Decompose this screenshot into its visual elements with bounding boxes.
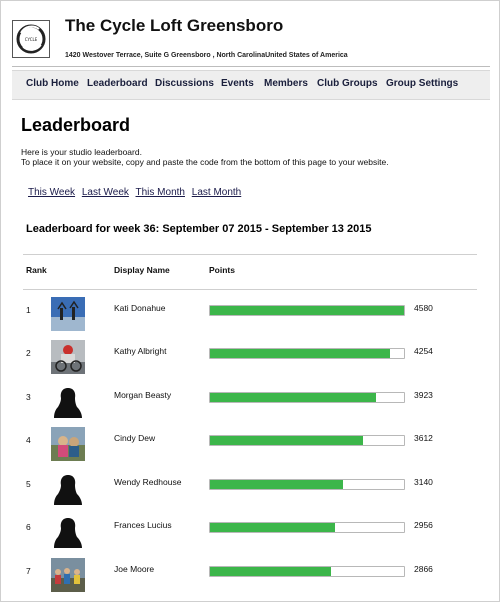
- row-display-name[interactable]: Frances Lucius: [114, 520, 172, 530]
- club-nav: Club Home Leaderboard Discussions Events…: [12, 70, 490, 100]
- points-bar-fill: [210, 436, 363, 445]
- last-month-link[interactable]: Last Month: [192, 187, 241, 198]
- default-avatar-icon[interactable]: [51, 514, 85, 548]
- row-rank: 3: [26, 392, 31, 402]
- this-month-link[interactable]: This Month: [136, 187, 185, 198]
- intro-line-1: Here is your studio leaderboard.: [21, 147, 142, 157]
- default-avatar-icon[interactable]: [51, 384, 85, 418]
- nav-club-home[interactable]: Club Home: [26, 78, 79, 89]
- nav-group-settings[interactable]: Group Settings: [386, 78, 458, 89]
- table-row: 1 Kati Donahue 4580: [23, 295, 477, 335]
- points-bar-fill: [210, 349, 391, 358]
- intro-line-2: To place it on your website, copy and pa…: [21, 157, 389, 167]
- table-row: 4 Cindy Dew 3612: [23, 425, 477, 465]
- row-rank: 1: [26, 305, 31, 315]
- club-title: The Cycle Loft Greensboro: [65, 16, 284, 35]
- points-bar: [209, 305, 405, 316]
- row-points: 4580: [414, 303, 433, 313]
- user-avatar[interactable]: [51, 427, 85, 461]
- this-week-link[interactable]: This Week: [28, 187, 75, 198]
- row-display-name[interactable]: Cindy Dew: [114, 433, 155, 443]
- table-top-divider: [23, 254, 477, 255]
- nav-events[interactable]: Events: [221, 78, 254, 89]
- points-bar: [209, 392, 405, 403]
- name-column-header: Display Name: [114, 265, 170, 275]
- nav-club-groups[interactable]: Club Groups: [317, 78, 378, 89]
- row-display-name[interactable]: Joe Moore: [114, 564, 154, 574]
- points-bar: [209, 522, 405, 533]
- nav-discussions[interactable]: Discussions: [155, 78, 214, 89]
- club-address: 1420 Westover Terrace, Suite G Greensbor…: [65, 52, 348, 59]
- row-rank: 6: [26, 522, 31, 532]
- points-bar-fill: [210, 393, 377, 402]
- points-bar: [209, 348, 405, 359]
- nav-members[interactable]: Members: [264, 78, 308, 89]
- table-row: 6 Frances Lucius 2956: [23, 512, 477, 552]
- user-avatar[interactable]: [51, 558, 85, 592]
- points-column-header: Points: [209, 265, 235, 275]
- points-bar: [209, 435, 405, 446]
- rank-column-header: Rank: [26, 265, 47, 275]
- club-header: CYCLE The Cycle Loft Greensboro 1420 Wes…: [12, 14, 490, 67]
- row-display-name[interactable]: Wendy Redhouse: [114, 477, 181, 487]
- intro-text: Here is your studio leaderboard. To plac…: [21, 147, 389, 167]
- row-rank: 5: [26, 479, 31, 489]
- row-rank: 7: [26, 566, 31, 576]
- points-bar-fill: [210, 523, 336, 532]
- row-points: 3923: [414, 390, 433, 400]
- row-points: 2866: [414, 564, 433, 574]
- table-row: 5 Wendy Redhouse 3140: [23, 469, 477, 509]
- svg-text:CYCLE: CYCLE: [25, 37, 38, 42]
- leaderboard-heading: Leaderboard for week 36: September 07 20…: [26, 223, 372, 235]
- points-bar-fill: [210, 306, 404, 315]
- table-row: 3 Morgan Beasty 3923: [23, 382, 477, 422]
- table-row: 7 Joe Moore 2866: [23, 556, 477, 596]
- row-points: 3612: [414, 433, 433, 443]
- points-bar-fill: [210, 480, 343, 489]
- page-title: Leaderboard: [21, 115, 131, 135]
- nav-leaderboard[interactable]: Leaderboard: [87, 78, 148, 89]
- row-points: 3140: [414, 477, 433, 487]
- default-avatar-icon[interactable]: [51, 471, 85, 505]
- row-rank: 4: [26, 435, 31, 445]
- row-points: 4254: [414, 346, 433, 356]
- row-points: 2956: [414, 520, 433, 530]
- points-bar: [209, 566, 405, 577]
- points-bar-fill: [210, 567, 332, 576]
- row-display-name[interactable]: Morgan Beasty: [114, 390, 171, 400]
- last-week-link[interactable]: Last Week: [82, 187, 129, 198]
- row-rank: 2: [26, 348, 31, 358]
- table-header-divider: [23, 289, 477, 290]
- cycle-loft-logo-icon: CYCLE: [12, 20, 50, 58]
- row-display-name[interactable]: Kati Donahue: [114, 303, 166, 313]
- points-bar: [209, 479, 405, 490]
- period-links: This Week Last Week This Month Last Mont…: [28, 187, 245, 198]
- row-display-name[interactable]: Kathy Albright: [114, 346, 166, 356]
- user-avatar[interactable]: [51, 340, 85, 374]
- table-row: 2 Kathy Albright 4254: [23, 338, 477, 378]
- user-avatar[interactable]: [51, 297, 85, 331]
